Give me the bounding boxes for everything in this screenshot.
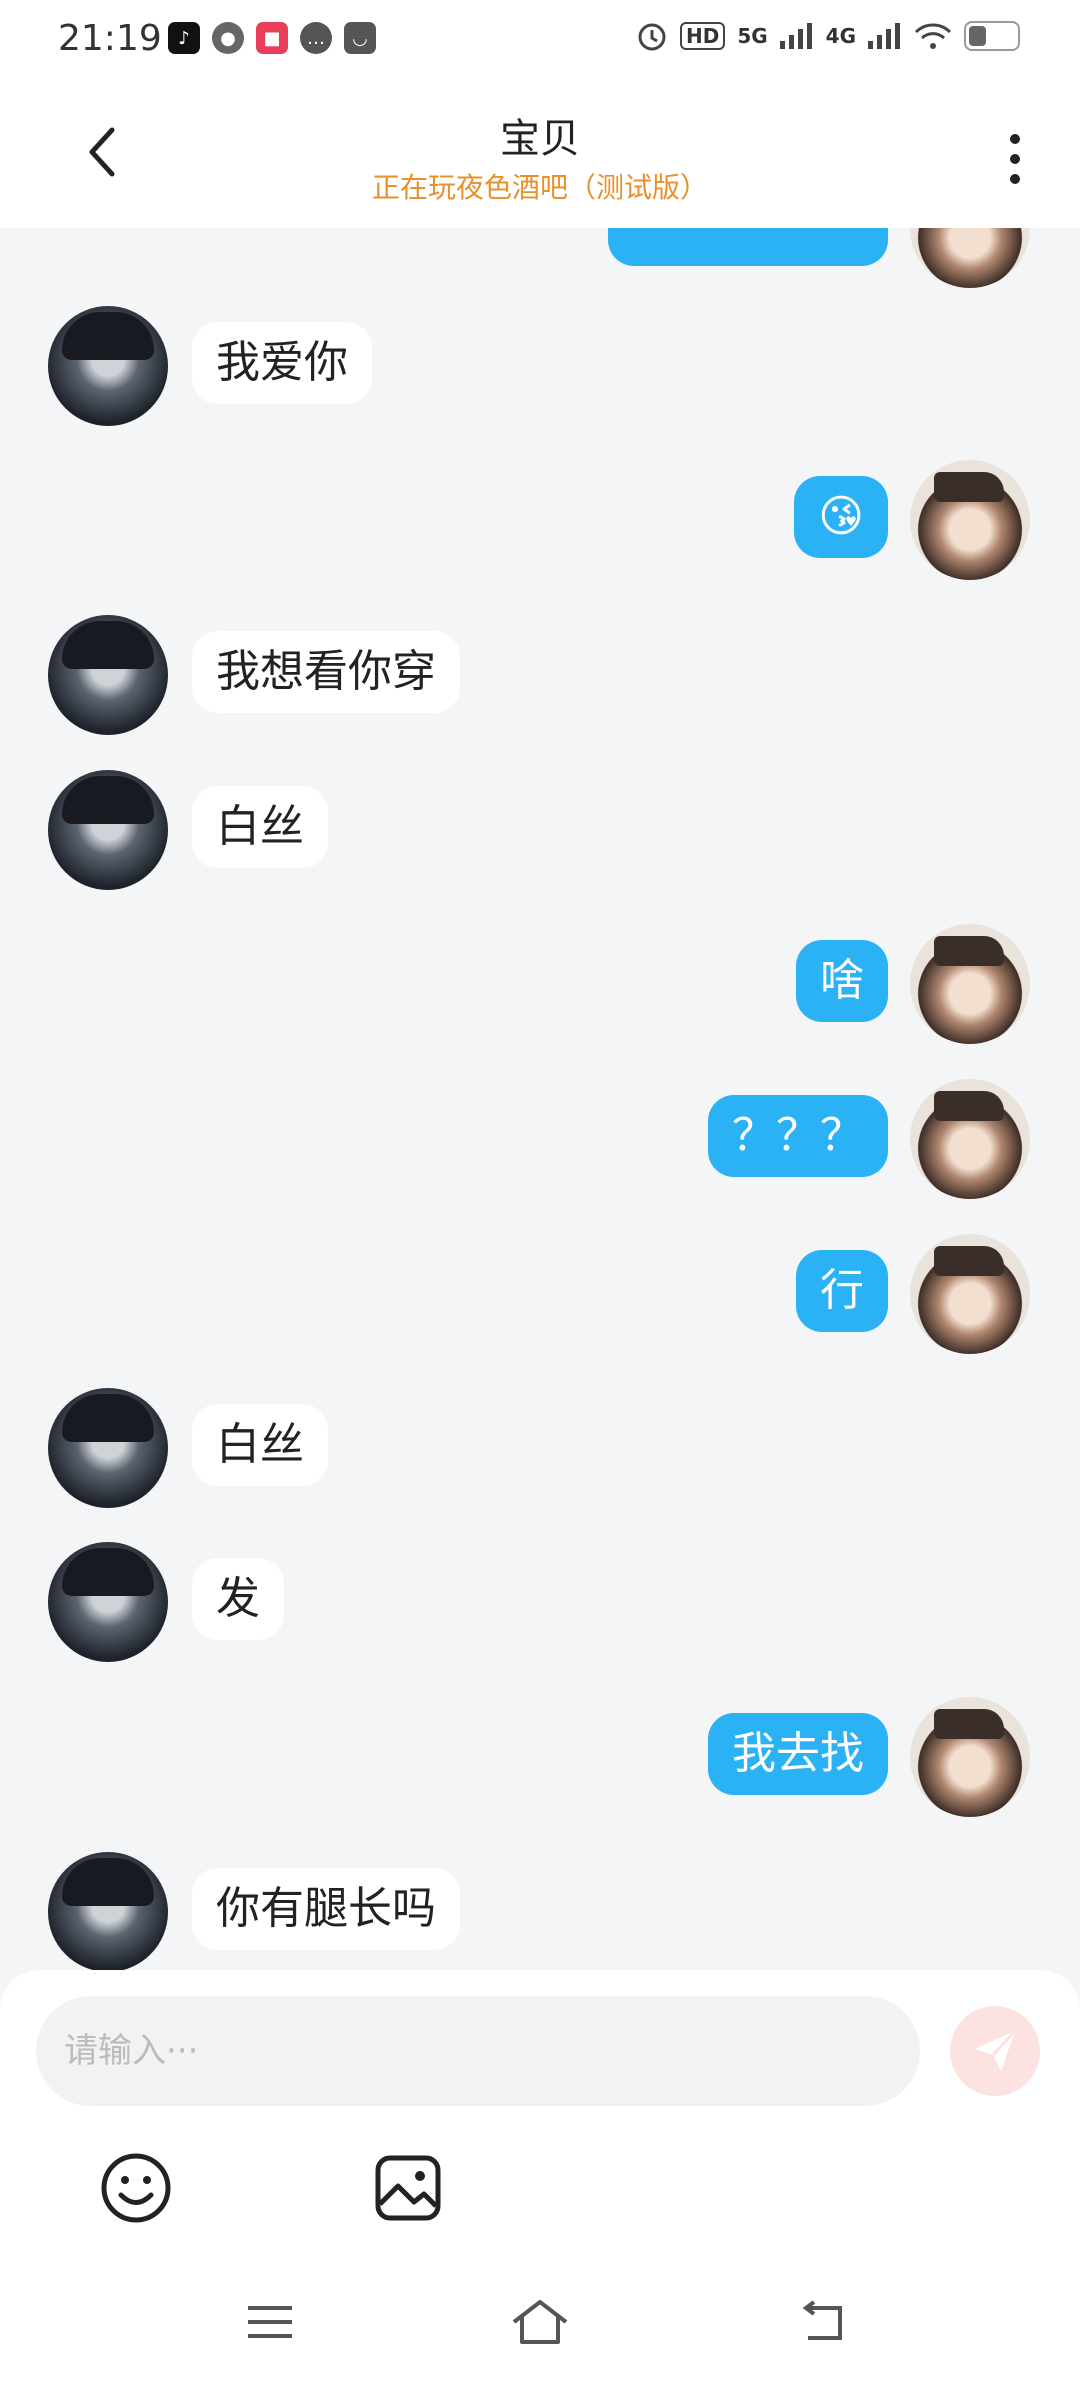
battery-icon [964,21,1020,51]
message-bubble[interactable]: 行 [796,1250,888,1332]
alarm-icon [638,23,666,51]
message-row: 你有腿长吗 [0,1852,1080,1970]
message-row: 啥 [0,924,1080,1044]
status-time: 21:19 [58,18,162,59]
network2-label: 4G [825,24,856,48]
send-icon [975,2029,1017,2071]
page-subtitle: 正在玩夜色酒吧（测试版） [371,171,708,204]
avatar-self[interactable] [910,460,1030,580]
message-row: 白丝 [0,1388,1080,1508]
app-icon: ■ [256,22,288,54]
message-bubble[interactable]: 啥 [796,940,888,1022]
wifi-icon [914,23,952,49]
avatar-contact[interactable] [48,1388,168,1508]
avatar-contact[interactable] [48,306,168,426]
avatar-contact[interactable] [48,770,168,890]
message-bubble[interactable]: 我去找 [708,1713,888,1795]
avatar-self[interactable] [910,924,1030,1044]
avatar-self[interactable] [910,228,1030,288]
signal-icon [779,23,812,49]
image-button[interactable] [368,2148,448,2228]
emoji-button[interactable] [96,2148,176,2228]
message-row: ？？？ [0,1079,1080,1199]
signal2-icon [868,23,900,49]
tiktok-icon: ♪ [168,22,200,54]
status-app-icons: ♪ ● ■ … ◡ [168,22,376,54]
dot-icon [1010,154,1020,164]
avatar-self[interactable] [910,1234,1030,1354]
menu-button[interactable] [238,2290,302,2354]
avatar-self[interactable] [910,1697,1030,1817]
message-bubble[interactable]: 😘 [794,476,888,558]
home-icon [512,2300,568,2344]
message-row: 我爱你 [0,306,1080,426]
wechat-icon: ● [212,22,244,54]
message-bubble[interactable]: 你有腿长吗 [192,1868,460,1950]
image-icon [375,2155,441,2221]
message-row: 😘 [0,460,1080,580]
back-nav-button[interactable] [792,2290,856,2354]
page-title: 宝贝 [500,116,580,162]
message-row: 我想看你穿 [0,615,1080,735]
hd-label: HD [679,22,726,50]
message-row: 发 [0,1542,1080,1662]
bag-icon: ◡ [344,22,376,54]
message-bubble[interactable]: 白丝 [192,1404,328,1486]
avatar-self[interactable] [910,1079,1030,1199]
avatar-contact[interactable] [48,1852,168,1970]
status-bar: 21:19 ♪ ● ■ … ◡ HD 5G 4G [0,0,1080,84]
chat-messages[interactable]: 我爱你 😘 我想看你穿 白丝 啥 ？？？ 行 白丝 发 我去找 你有腿长吗 [0,228,1080,1970]
dot-icon [1010,174,1020,184]
chat-header: 宝贝 正在玩夜色酒吧（测试版） [0,84,1080,228]
send-button[interactable] [950,2006,1040,2096]
back-arrow-icon [802,2300,842,2340]
message-row: 行 [0,1234,1080,1354]
message-bubble[interactable]: 发 [192,1558,284,1640]
message-icon: … [300,22,332,54]
message-bubble[interactable]: 白丝 [192,786,328,868]
message-input[interactable]: 请输入··· [36,1996,920,2106]
avatar-contact[interactable] [48,615,168,735]
input-panel: 请输入··· [0,1970,1080,2230]
network-label: 5G [737,24,768,48]
home-button[interactable] [508,2290,572,2354]
menu-icon [248,2306,292,2338]
more-options-button[interactable] [990,124,1040,194]
system-nav-bar [0,2230,1080,2408]
message-bubble-partial [608,228,888,266]
message-bubble[interactable]: 我爱你 [192,322,372,404]
smiley-icon [101,2153,171,2223]
avatar-contact[interactable] [48,1542,168,1662]
message-row: 我去找 [0,1697,1080,1817]
message-bubble[interactable]: 我想看你穿 [192,631,460,713]
message-row: 白丝 [0,770,1080,890]
message-bubble[interactable]: ？？？ [708,1095,888,1177]
status-indicators: HD 5G 4G [636,20,1020,52]
dot-icon [1010,134,1020,144]
